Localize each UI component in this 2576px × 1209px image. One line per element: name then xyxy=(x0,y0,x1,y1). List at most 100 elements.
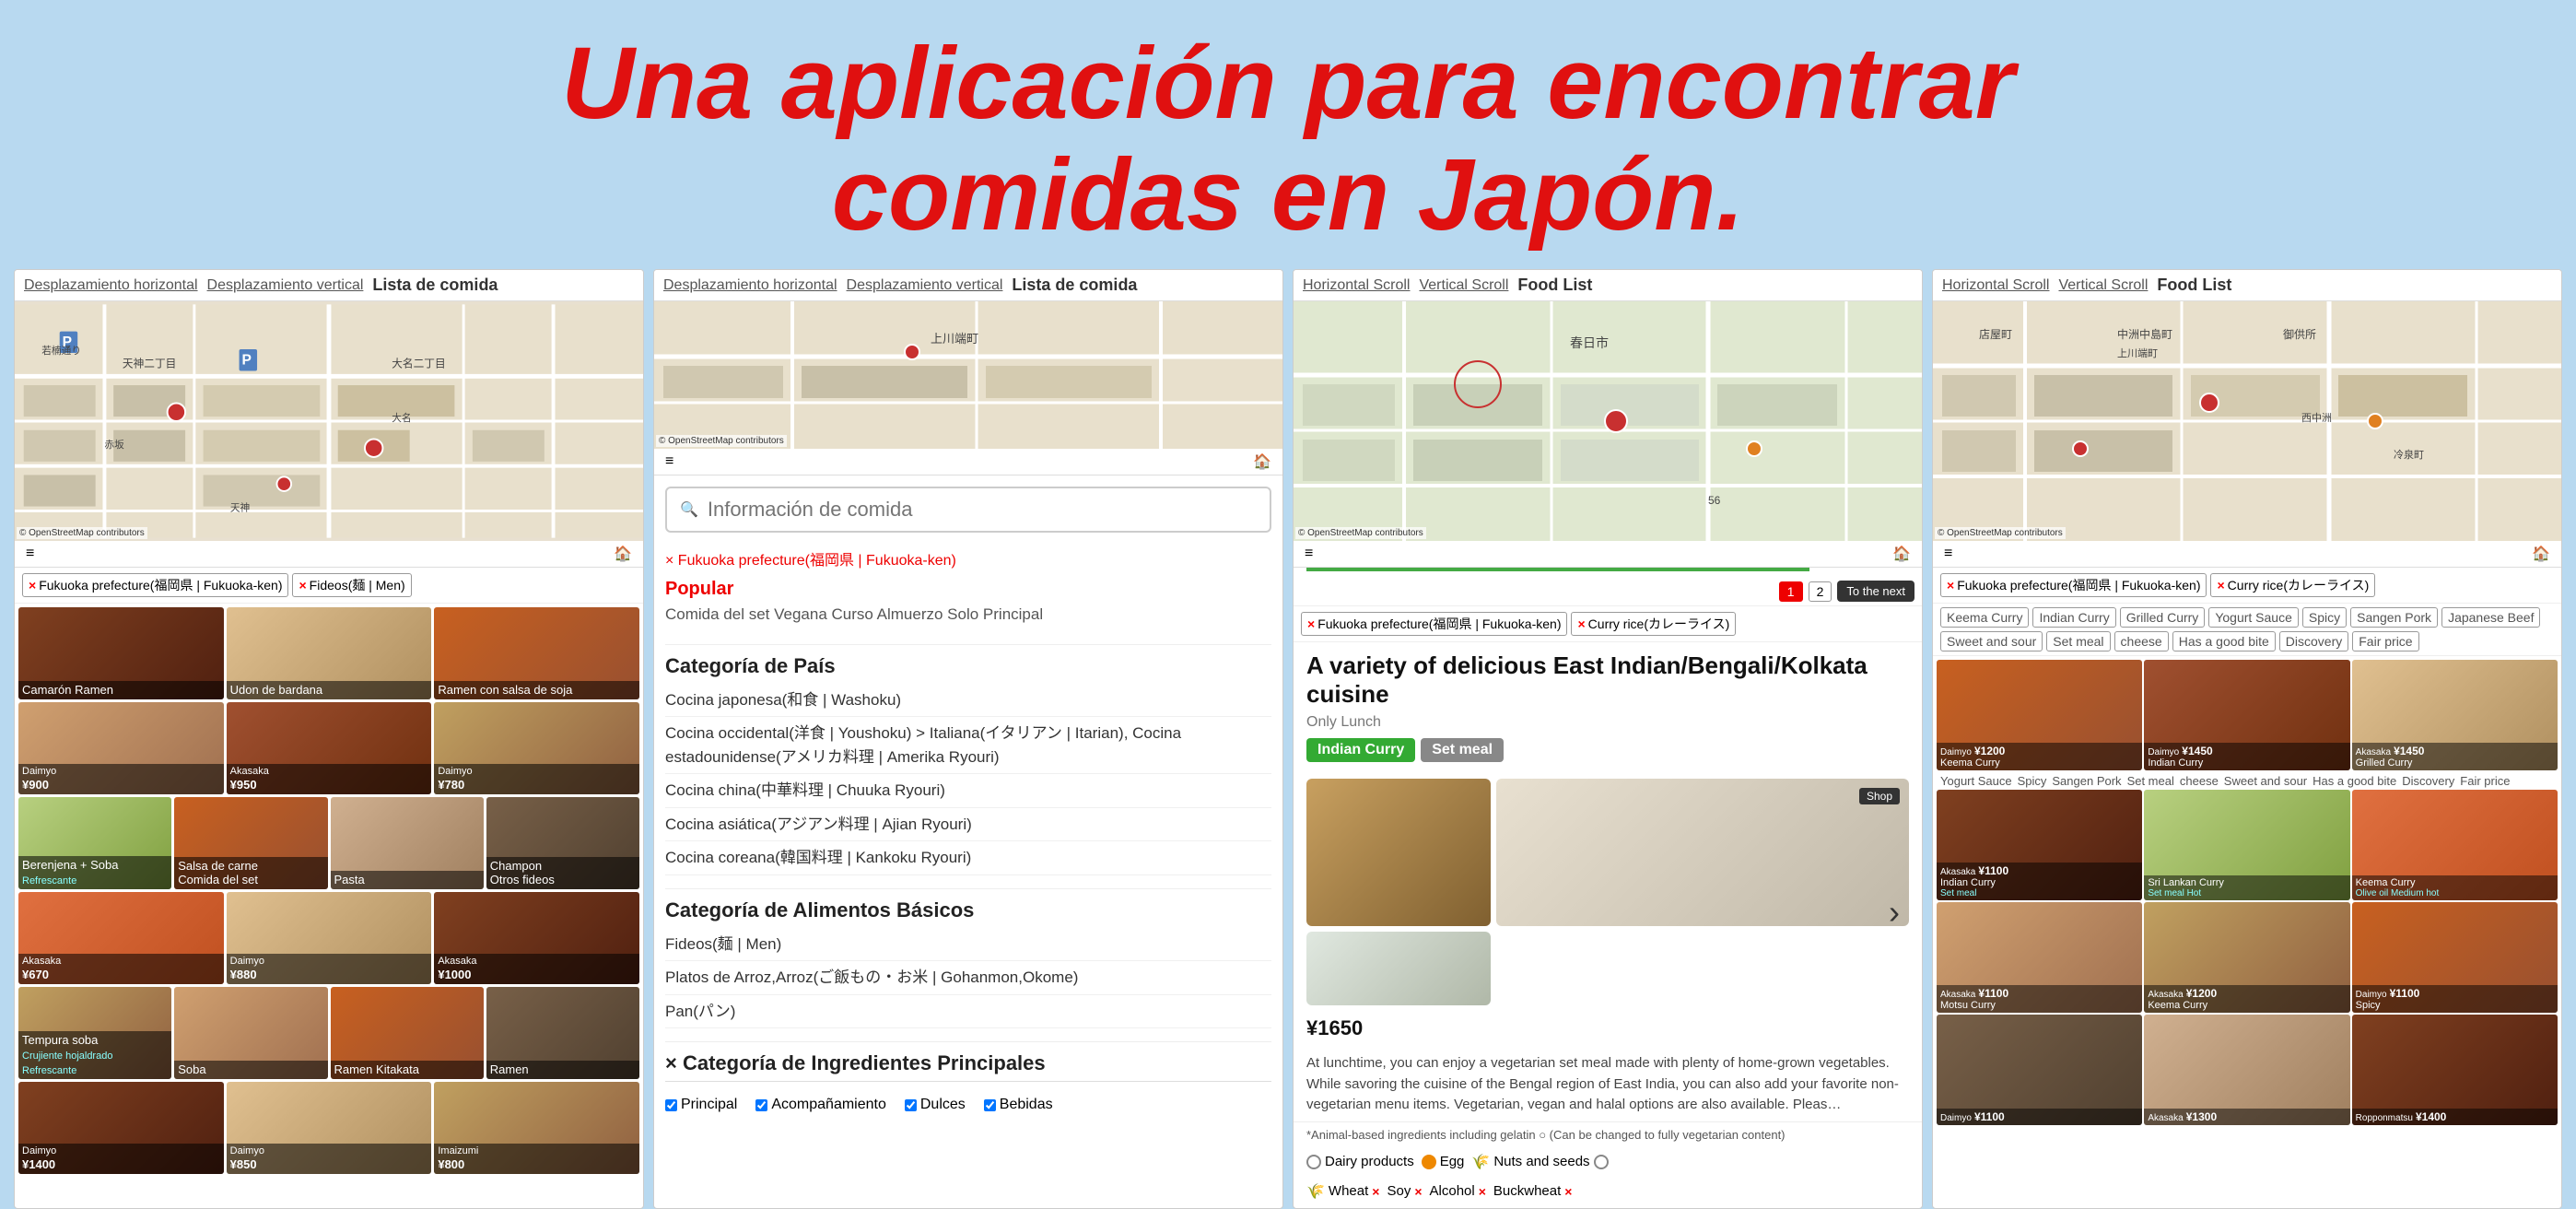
tag-sweet-sour[interactable]: Sweet and sour xyxy=(1940,631,2043,651)
food4-akasaka-1300[interactable]: Akasaka ¥1300 xyxy=(2144,1015,2349,1125)
food4-ropponmatsu-1400[interactable]: Ropponmatsu ¥1400 xyxy=(2352,1015,2558,1125)
menu-icon-2[interactable]: ≡ xyxy=(665,453,673,470)
checkbox-acompanamiento[interactable]: Acompañamiento xyxy=(755,1097,886,1113)
panel1-label1[interactable]: Desplazamiento horizontal xyxy=(24,277,198,294)
tag-fair-price[interactable]: Fair price xyxy=(2352,631,2418,651)
cat-item-korean[interactable]: Cocina coreana(韓国料理 | Kankoku Ryouri) xyxy=(665,841,1271,875)
food-item-akasaka-670[interactable]: Akasaka ¥670 xyxy=(18,892,224,984)
page-btn-2[interactable]: 2 xyxy=(1809,581,1832,602)
food-item-salsa-carne[interactable]: Salsa de carne Comida del set xyxy=(174,797,327,889)
popular-items[interactable]: Comida del set Vegana Curso Almuerzo Sol… xyxy=(665,604,1271,626)
food4-daimyo-1100[interactable]: Daimyo ¥1100 xyxy=(1937,1015,2142,1125)
food4-indian-1100[interactable]: Akasaka ¥1100 Indian Curry Set meal xyxy=(1937,790,2142,900)
food-item-camaron[interactable]: Camarón Ramen xyxy=(18,607,224,699)
panel3-label3[interactable]: Food List xyxy=(1517,276,1592,295)
food4-keema-olive[interactable]: Keema Curry Olive oil Medium hot xyxy=(2352,790,2558,900)
food-item-ramen-kitakata[interactable]: Ramen Kitakata xyxy=(331,987,484,1079)
tag-set-meal-4[interactable]: Set meal xyxy=(2046,631,2110,651)
filter-tag-fukuoka-1[interactable]: × Fukuoka prefecture(福岡県 | Fukuoka-ken) xyxy=(22,573,288,597)
food-item-daimyo-880[interactable]: Daimyo ¥880 xyxy=(227,892,432,984)
cat-item-western[interactable]: Cocina occidental(洋食 | Youshoku) > Itali… xyxy=(665,717,1271,774)
tag-cheese[interactable]: cheese xyxy=(2114,631,2169,651)
search-box[interactable]: 🔍 xyxy=(665,487,1271,533)
food-item-imaizumi-800[interactable]: Imaizumi ¥800 xyxy=(434,1082,639,1174)
menu-icon-1[interactable]: ≡ xyxy=(26,546,34,562)
tag-indian-curry[interactable]: Indian Curry xyxy=(1306,738,1415,762)
food-item-ramen-soja[interactable]: Ramen con salsa de soja xyxy=(434,607,639,699)
tag-indian[interactable]: Indian Curry xyxy=(2032,607,2115,628)
food4-motsu-1100[interactable]: Akasaka ¥1100 Motsu Curry xyxy=(1937,902,2142,1013)
panel2-label2[interactable]: Desplazamiento vertical xyxy=(847,277,1003,294)
tag-sangen[interactable]: Sangen Pork xyxy=(2350,607,2438,628)
food-item-soba[interactable]: Soba xyxy=(174,987,327,1079)
menu-icon-4[interactable]: ≡ xyxy=(1944,546,1952,562)
to-next-button[interactable]: To the next xyxy=(1837,581,1914,602)
next-arrow[interactable]: › xyxy=(1889,893,1900,932)
panel2-active-filter[interactable]: × Fukuoka prefecture(福岡県 | Fukuoka-ken) xyxy=(654,544,1282,573)
food-item-tempura[interactable]: Tempura soba Crujiente hojaldrado Refres… xyxy=(18,987,171,1079)
food4-indian-1450[interactable]: Daimyo ¥1450 Indian Curry xyxy=(2144,660,2349,770)
food4-spicy-1100[interactable]: Daimyo ¥1100 Spicy xyxy=(2352,902,2558,1013)
checkbox-bebidas[interactable]: Bebidas xyxy=(984,1097,1053,1113)
food-item-ramen[interactable]: Ramen xyxy=(486,987,639,1079)
cat-item-fideos[interactable]: Fideos(麺 | Men) xyxy=(665,928,1271,962)
panel4-label3[interactable]: Food List xyxy=(2157,276,2231,295)
home-icon-4[interactable]: 🏠 xyxy=(2532,545,2550,563)
food-item-udon[interactable]: Daimyo ¥900 xyxy=(18,702,224,794)
panel1-label3[interactable]: Lista de comida xyxy=(372,276,498,295)
cat-item-asian[interactable]: Cocina asiática(アジアン料理 | Ajian Ryouri) xyxy=(665,808,1271,842)
panel3-label1[interactable]: Horizontal Scroll xyxy=(1303,277,1410,294)
home-icon-2[interactable]: 🏠 xyxy=(1253,452,1271,471)
panel3-label2[interactable]: Vertical Scroll xyxy=(1419,277,1508,294)
home-icon-3[interactable]: 🏠 xyxy=(1892,545,1911,563)
filter-tag-curry-3[interactable]: × Curry rice(カレーライス) xyxy=(1571,612,1736,636)
food-photo-3[interactable] xyxy=(1496,779,1909,926)
cat-item-arroz[interactable]: Platos de Arroz,Arroz(ご飯もの・お米 | Gohanmon… xyxy=(665,961,1271,995)
tag-yogurt[interactable]: Yogurt Sauce xyxy=(2208,607,2299,628)
panel1-label2[interactable]: Desplazamiento vertical xyxy=(207,277,364,294)
food-item-berenjena[interactable]: Berenjena + Soba Refrescante xyxy=(18,797,171,889)
food-item-champon[interactable]: Champon Otros fideos xyxy=(486,797,639,889)
food-item-pasta[interactable]: Pasta xyxy=(331,797,484,889)
food-photo-1[interactable] xyxy=(1306,779,1491,926)
tag-spicy[interactable]: Spicy xyxy=(2302,607,2347,628)
panel2-map[interactable]: 上川端町 © OpenStreetMap contributors xyxy=(654,301,1282,449)
tag-japanese-beef[interactable]: Japanese Beef xyxy=(2441,607,2540,628)
tag-set-meal[interactable]: Set meal xyxy=(1421,738,1504,762)
search-input[interactable] xyxy=(708,498,1257,522)
tag-keema[interactable]: Keema Curry xyxy=(1940,607,2029,628)
food-item-udon-bardana[interactable]: Udon de bardana xyxy=(227,607,432,699)
panel2-label3[interactable]: Lista de comida xyxy=(1012,276,1137,295)
panel3-map[interactable]: 春日市 56 © OpenStreetMap contributors xyxy=(1294,301,1922,541)
cat-item-japanese[interactable]: Cocina japonesa(和食 | Washoku) xyxy=(665,684,1271,718)
page-btn-1[interactable]: 1 xyxy=(1779,581,1803,602)
home-icon-1[interactable]: 🏠 xyxy=(614,545,632,563)
panel4-label2[interactable]: Vertical Scroll xyxy=(2058,277,2148,294)
checkbox-principal[interactable]: Principal xyxy=(665,1097,737,1113)
panel4-food-grid[interactable]: Daimyo ¥1200 Keema Curry Daimyo ¥1450 In… xyxy=(1933,656,2561,1208)
food4-keema-1200[interactable]: Daimyo ¥1200 Keema Curry xyxy=(1937,660,2142,770)
checkbox-dulces[interactable]: Dulces xyxy=(905,1097,966,1113)
cat-item-pan[interactable]: Pan(パン) xyxy=(665,995,1271,1029)
panel2-label1[interactable]: Desplazamiento horizontal xyxy=(663,277,837,294)
filter-tag-fideos[interactable]: × Fideos(麺 | Men) xyxy=(292,573,411,597)
panel1-food-grid[interactable]: Camarón Ramen Udon de bardana Ramen con … xyxy=(15,604,643,1208)
menu-icon-3[interactable]: ≡ xyxy=(1305,546,1313,562)
filter-tag-fukuoka-3[interactable]: × Fukuoka prefecture(福岡県 | Fukuoka-ken) xyxy=(1301,612,1567,636)
food4-keema-1200b[interactable]: Akasaka ¥1200 Keema Curry xyxy=(2144,902,2349,1013)
food4-grilled-1450[interactable]: Akasaka ¥1450 Grilled Curry xyxy=(2352,660,2558,770)
panel4-map[interactable]: 店屋町 中洲中島町 御供所 上川端町 西中洲 冷泉町 © OpenStreetM… xyxy=(1933,301,2561,541)
food-photo-2[interactable] xyxy=(1306,932,1491,1005)
tag-grilled[interactable]: Grilled Curry xyxy=(2120,607,2206,628)
food-item-akasaka-1000[interactable]: Akasaka ¥1000 xyxy=(434,892,639,984)
food-item-akasaka-950[interactable]: Akasaka ¥950 xyxy=(227,702,432,794)
panel1-map[interactable]: P P 天神二丁目 大名二丁目 若楠通り 大名 赤坂 天神 © OpenStre… xyxy=(15,301,643,541)
cat-item-chinese[interactable]: Cocina china(中華料理 | Chuuka Ryouri) xyxy=(665,774,1271,808)
food-item-daimyo-1400[interactable]: Daimyo ¥1400 xyxy=(18,1082,224,1174)
filter-tag-fukuoka-4[interactable]: × Fukuoka prefecture(福岡県 | Fukuoka-ken) xyxy=(1940,573,2207,597)
food-item-daimyo-780[interactable]: Daimyo ¥780 xyxy=(434,702,639,794)
food-item-daimyo-850[interactable]: Daimyo ¥850 xyxy=(227,1082,432,1174)
tag-discovery[interactable]: Discovery xyxy=(2279,631,2348,651)
panel4-label1[interactable]: Horizontal Scroll xyxy=(1942,277,2049,294)
food4-srilanka[interactable]: Sri Lankan Curry Set meal Hot xyxy=(2144,790,2349,900)
